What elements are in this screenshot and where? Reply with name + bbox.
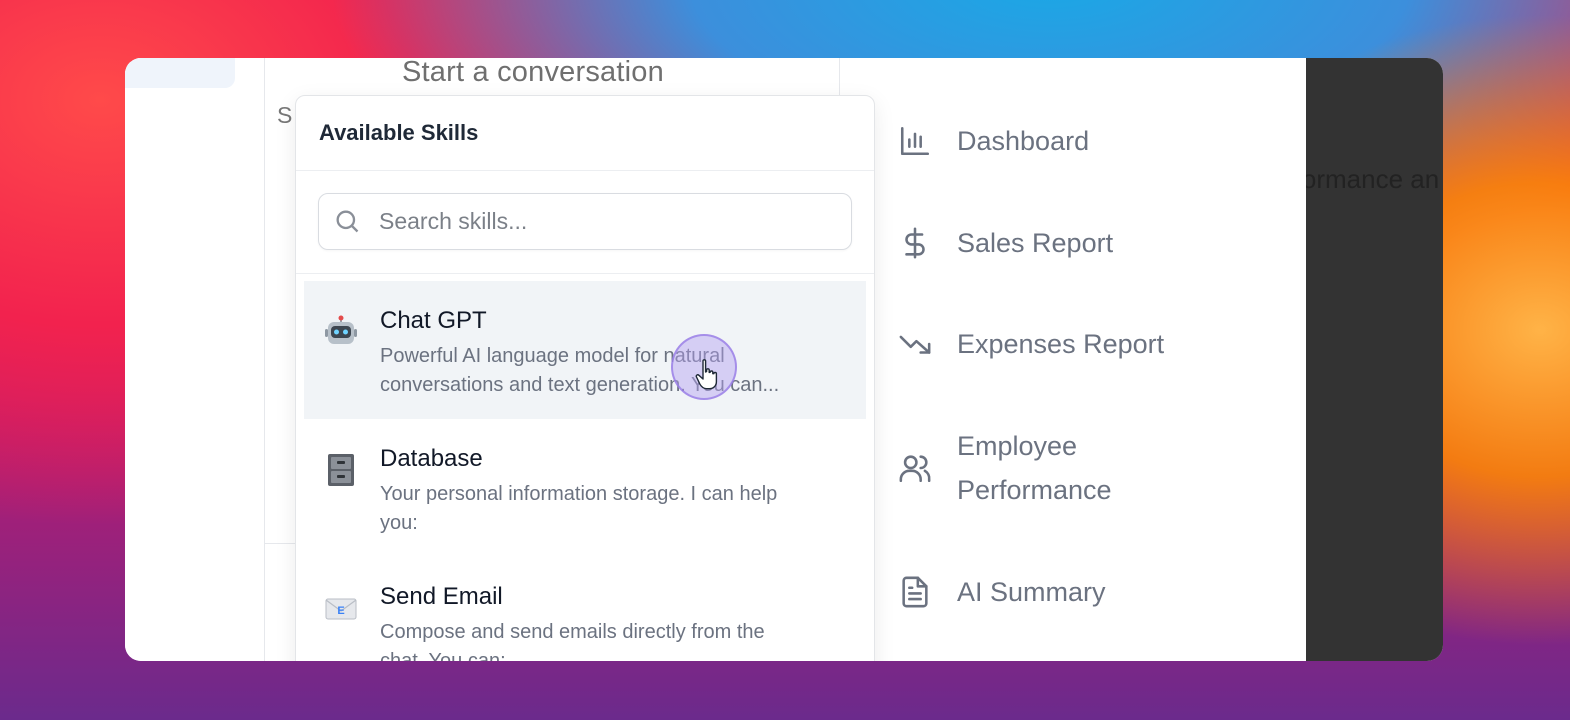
left-sidebar	[125, 58, 265, 661]
file-cabinet-icon	[328, 454, 354, 486]
skill-title: Database	[380, 445, 483, 472]
hand-pointer-icon	[695, 359, 718, 390]
skills-popover: Available Skills Chat GPT Powerful	[295, 95, 875, 661]
report-label: Expenses Report	[957, 329, 1165, 359]
dollar-icon	[895, 223, 935, 263]
skill-item-database[interactable]: Database Your personal information stora…	[304, 419, 866, 557]
document-icon	[895, 572, 935, 612]
envelope-icon: E	[325, 598, 357, 620]
report-label: Sales Report	[957, 228, 1114, 258]
skill-title: Send Email	[380, 583, 503, 610]
conversation-title: Start a conversation	[402, 58, 664, 88]
robot-icon	[325, 315, 357, 344]
skill-description: Your personal information storage. I can…	[380, 483, 778, 534]
users-icon	[895, 448, 935, 488]
skill-description: Powerful AI language model for natural c…	[380, 345, 780, 396]
report-label: Dashboard	[957, 126, 1090, 156]
report-item-ai-summary[interactable]: AI Summary	[895, 570, 1106, 614]
skill-title: Chat GPT	[380, 307, 487, 334]
skill-description: Compose and send emails directly from th…	[380, 621, 765, 661]
report-label: AI Summary	[957, 577, 1106, 607]
report-item-sales[interactable]: Sales Report	[895, 221, 1113, 265]
bar-chart-icon	[895, 121, 935, 161]
search-section	[296, 171, 874, 274]
search-icon	[333, 207, 363, 237]
skills-popover-title: Available Skills	[296, 96, 874, 171]
reports-list: Dashboard Sales Report Expenses Report E…	[895, 58, 1295, 661]
overlay-panel: rformance an	[1306, 58, 1443, 661]
overlay-partial-text: rformance an	[1306, 164, 1440, 194]
report-item-employee-performance[interactable]: Employee Performance	[895, 424, 1112, 512]
sidebar-selected-item[interactable]	[125, 58, 235, 88]
report-label: Employee Performance	[957, 431, 1112, 505]
trending-down-icon	[895, 324, 935, 364]
report-item-dashboard[interactable]: Dashboard	[895, 119, 1089, 163]
search-box[interactable]	[318, 193, 852, 250]
divider	[264, 58, 265, 661]
skill-item-chat-gpt[interactable]: Chat GPT Powerful AI language model for …	[304, 281, 866, 419]
skill-item-send-email[interactable]: E Send Email Compose and send emails dir…	[304, 557, 866, 661]
report-item-expenses[interactable]: Expenses Report	[895, 322, 1164, 366]
svg-text:E: E	[337, 605, 344, 617]
app-window: Start a conversation S Dashboard Sales R…	[125, 58, 1443, 661]
conversation-partial-label: S	[277, 102, 293, 128]
search-input[interactable]	[377, 207, 821, 236]
